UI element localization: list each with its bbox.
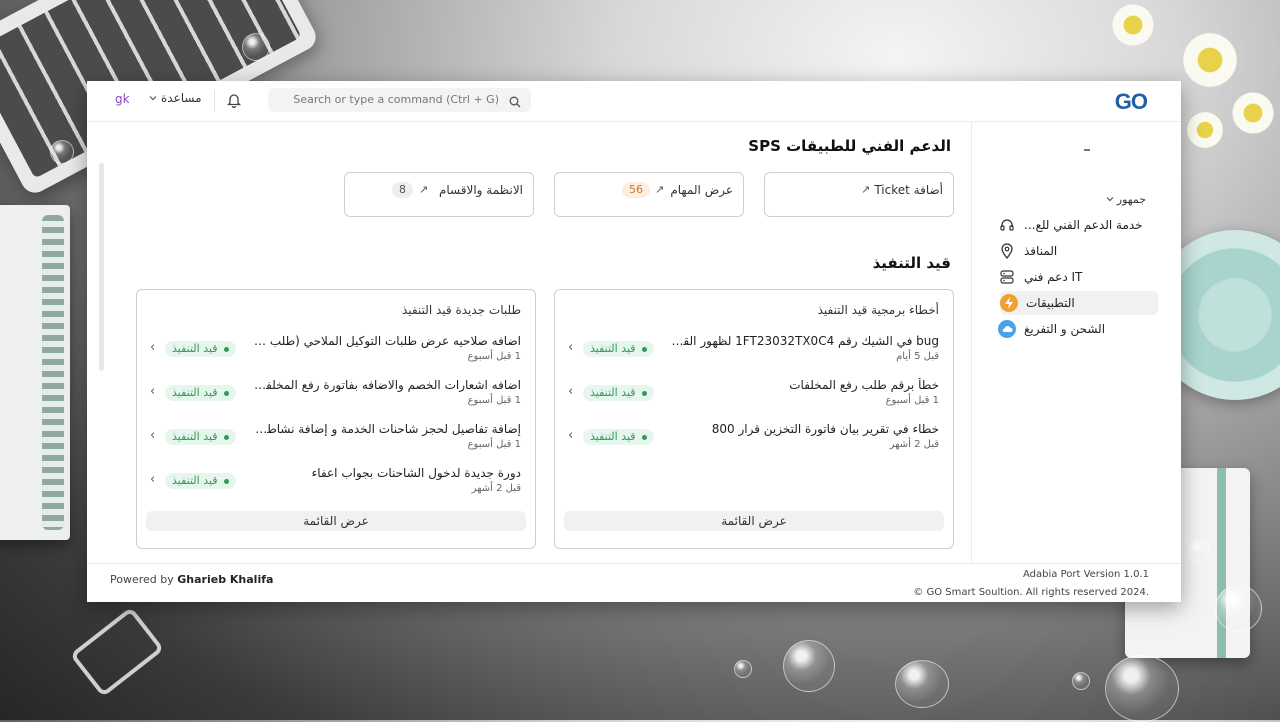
chevron-left-icon[interactable]: ‹	[150, 340, 155, 355]
item-time: قبل 2 أشهر	[471, 483, 521, 494]
chevron-down-icon	[149, 91, 157, 105]
server-icon	[998, 268, 1016, 286]
item-title: دورة جديدة لدخول الشاحنات بجواب اعفاء	[311, 466, 521, 480]
chevron-left-icon[interactable]: ‹	[150, 428, 155, 443]
item-time: قبل 2 أشهر	[889, 439, 939, 450]
sidebar-group-header[interactable]: جمهور	[1106, 193, 1146, 206]
copyright-text: © GO Smart Soultion. All rights reserved…	[913, 587, 1149, 598]
chevron-left-icon[interactable]: ‹	[568, 384, 573, 399]
binder-clip-decoration	[69, 606, 165, 698]
status-badge: قيد التنفيذ	[165, 429, 236, 445]
systems-count-badge: 8	[392, 182, 413, 198]
sidebar: جمهور خدمة الدعم الفني للع... المنافذ IT…	[971, 121, 1181, 563]
sidebar-item-support-service[interactable]: خدمة الدعم الفني للع...	[998, 214, 1158, 236]
footer: Powered by Gharieb Khalifa Adabia Port V…	[87, 563, 1181, 602]
flower-decoration	[1185, 110, 1225, 150]
chevron-left-icon[interactable]: ‹	[568, 428, 573, 443]
bubble-decoration	[783, 640, 835, 692]
status-badge: قيد التنفيذ	[165, 341, 236, 357]
list-item[interactable]: دورة جديدة لدخول الشاحنات بجواب اعفاء قب…	[137, 466, 535, 506]
app-window: gk مساعدة Search or type a command (Ctrl…	[87, 81, 1181, 602]
lightning-icon	[1000, 294, 1018, 312]
divider	[214, 90, 215, 112]
avatar[interactable]: gk	[115, 92, 130, 106]
version-text: Adabia Port Version 1.0.1	[1023, 569, 1149, 580]
bell-icon[interactable]	[226, 92, 242, 112]
status-badge: قيد التنفيذ	[583, 429, 654, 445]
status-badge: قيد التنفيذ	[165, 385, 236, 401]
add-ticket-card[interactable]: أضافة Ticket ↗	[764, 172, 954, 217]
search-icon	[509, 93, 521, 112]
list-item[interactable]: اضافه اشعارات الخصم والاضافه بفاتورة رفع…	[137, 378, 535, 418]
help-menu[interactable]: مساعدة	[149, 91, 202, 105]
item-title: bug في الشيك رقم 1FT23032TX0C4 لظهور الق…	[671, 334, 939, 348]
scrollbar[interactable]	[99, 163, 104, 371]
item-title: إضافة تفاصيل لحجز شاحنات الخدمة و إضافة …	[253, 422, 521, 436]
author-name: Gharieb Khalifa	[177, 573, 274, 586]
bugs-in-progress-panel: أخطاء برمجية قيد التنفيذ bug في الشيك رق…	[554, 289, 954, 549]
bubble-decoration	[50, 140, 74, 164]
sidebar-marker	[1084, 149, 1090, 151]
flower-decoration	[1180, 30, 1240, 90]
status-badge: قيد التنفيذ	[583, 385, 654, 401]
chevron-left-icon[interactable]: ‹	[150, 472, 155, 487]
item-time: 1 قبل أسبوع	[885, 395, 939, 406]
item-time: 1 قبل أسبوع	[467, 439, 521, 450]
flower-decoration	[1110, 2, 1156, 48]
view-list-button[interactable]: عرض القائمة	[564, 511, 944, 531]
bubble-decoration	[1215, 585, 1262, 632]
chevron-left-icon[interactable]: ‹	[568, 340, 573, 355]
item-time: قبل 5 أيام	[896, 351, 939, 362]
sidebar-item-shipping[interactable]: الشحن و التفريغ	[998, 318, 1158, 340]
bubble-decoration	[734, 660, 752, 678]
list-item[interactable]: خطأ برقم طلب رفع المخلفات 1 قبل أسبوع قي…	[555, 378, 953, 418]
panel-title: أخطاء برمجية قيد التنفيذ	[817, 303, 939, 317]
list-item[interactable]: bug في الشيك رقم 1FT23032TX0C4 لظهور الق…	[555, 334, 953, 374]
item-title: خطأ برقم طلب رفع المخلفات	[789, 378, 939, 392]
map-pin-icon	[998, 242, 1016, 260]
item-title: اضافه صلاحيه عرض طلبات التوكيل الملاحي (…	[253, 334, 521, 348]
bubble-decoration	[1188, 540, 1210, 562]
powered-by: Powered by Gharieb Khalifa	[110, 573, 274, 586]
item-time: 1 قبل أسبوع	[467, 351, 521, 362]
item-title: اضافه اشعارات الخصم والاضافه بفاتورة رفع…	[253, 378, 521, 392]
view-list-button[interactable]: عرض القائمة	[146, 511, 526, 531]
status-badge: قيد التنفيذ	[583, 341, 654, 357]
sidebar-item-it-support[interactable]: IT دعم فني	[998, 266, 1158, 288]
logo[interactable]: GO	[1115, 89, 1148, 115]
item-time: 1 قبل أسبوع	[467, 395, 521, 406]
panel-title: طلبات جديدة قيد التنفيذ	[401, 303, 521, 317]
bubble-decoration	[242, 33, 270, 61]
list-item[interactable]: اضافه صلاحيه عرض طلبات التوكيل الملاحي (…	[137, 334, 535, 374]
bubble-decoration	[1072, 672, 1090, 690]
sidebar-item-ports[interactable]: المنافذ	[998, 240, 1158, 262]
page-title: الدعم الفني للطبيقات SPS	[748, 137, 951, 155]
systems-departments-card[interactable]: الانظمة والاقسام ↗ 8	[344, 172, 534, 217]
arrow-up-right-icon: ↗	[861, 183, 871, 196]
cloud-icon	[998, 320, 1016, 338]
search-input[interactable]: Search or type a command (Ctrl + G)	[268, 88, 531, 112]
tasks-count-badge: 56	[622, 182, 650, 198]
status-badge: قيد التنفيذ	[165, 473, 236, 489]
notebook-decoration	[0, 205, 70, 540]
bubble-decoration	[895, 660, 949, 708]
flower-decoration	[1230, 90, 1276, 136]
bubble-decoration	[1105, 655, 1179, 722]
list-item[interactable]: خطاء في تقرير بيان فاتورة التخزين قرار 8…	[555, 422, 953, 462]
item-title: خطاء في تقرير بيان فاتورة التخزين قرار 8…	[711, 422, 939, 436]
list-item[interactable]: إضافة تفاصيل لحجز شاحنات الخدمة و إضافة …	[137, 422, 535, 462]
help-label: مساعدة	[161, 91, 202, 105]
arrow-up-right-icon: ↗	[655, 183, 665, 196]
requests-in-progress-panel: طلبات جديدة قيد التنفيذ اضافه صلاحيه عرض…	[136, 289, 536, 549]
sidebar-item-applications[interactable]: التطبيقات	[1000, 291, 1158, 315]
chevron-down-icon	[1106, 193, 1114, 206]
search-placeholder: Search or type a command (Ctrl + G)	[293, 93, 499, 106]
top-bar: gk مساعدة Search or type a command (Ctrl…	[87, 81, 1181, 122]
section-title: قيد التنفيذ	[872, 254, 951, 272]
headset-icon	[998, 216, 1016, 234]
chevron-left-icon[interactable]: ‹	[150, 384, 155, 399]
arrow-up-right-icon: ↗	[419, 183, 429, 196]
view-tasks-card[interactable]: عرض المهام ↗ 56	[554, 172, 744, 217]
